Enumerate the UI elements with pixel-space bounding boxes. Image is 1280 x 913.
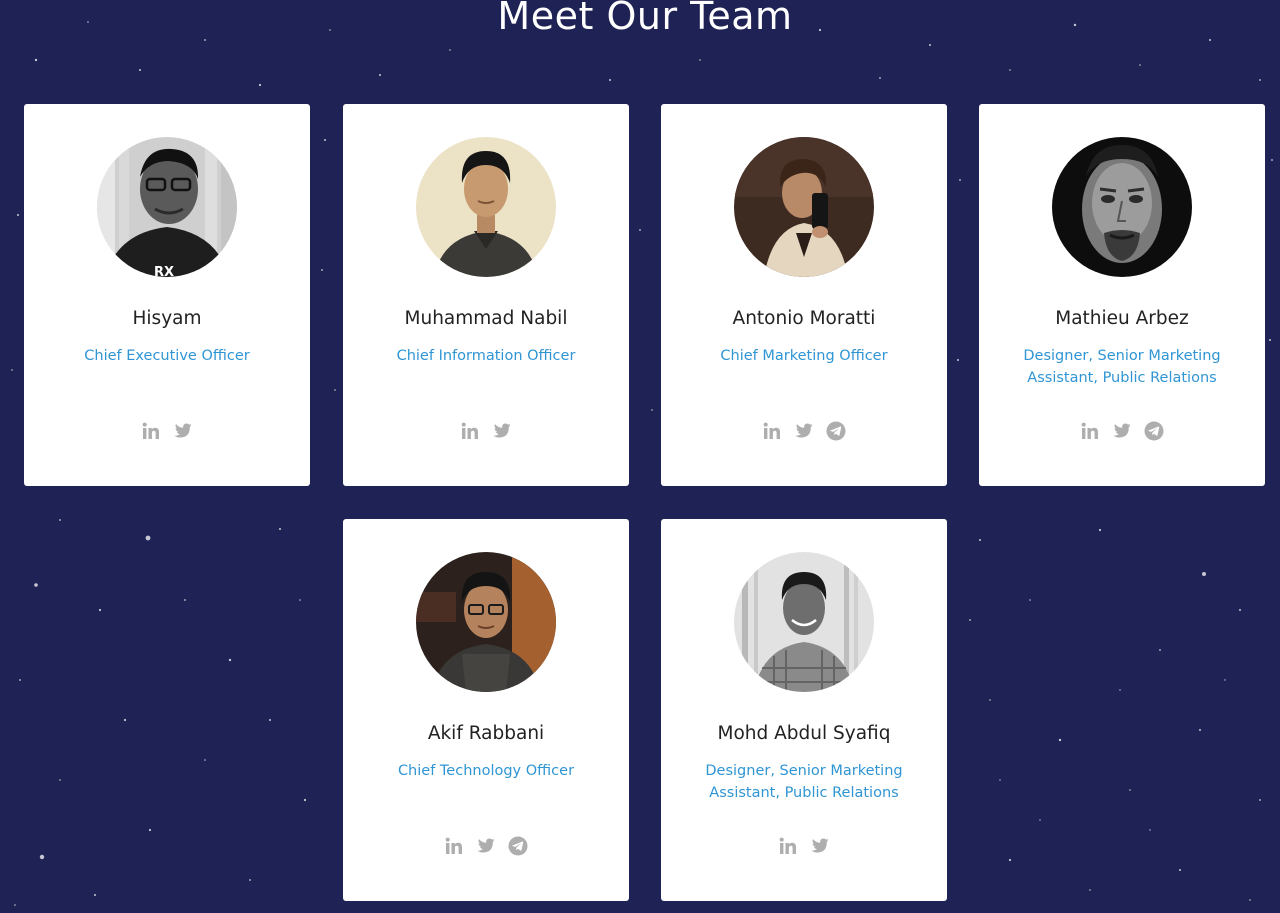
linkedin-icon[interactable]: [1080, 421, 1100, 441]
social-links: [343, 420, 629, 442]
social-links: [661, 835, 947, 857]
avatar: [416, 552, 556, 692]
member-role: Designer, Senior Marketing Assistant, Pu…: [705, 763, 903, 801]
svg-text:RX: RX: [154, 265, 174, 277]
team-card: Mathieu Arbez Designer, Senior Marketing…: [979, 104, 1265, 486]
page-title: Meet Our Team: [497, 0, 793, 38]
team-card: Muhammad Nabil Chief Information Officer: [343, 104, 629, 486]
telegram-icon[interactable]: [826, 421, 846, 441]
avatar: [416, 137, 556, 277]
member-name: Hisyam: [132, 308, 202, 329]
avatar: RX: [97, 137, 237, 277]
member-name: Akif Rabbani: [427, 723, 545, 744]
team-card: RX Hisyam Chief Executive Officer: [24, 104, 310, 486]
twitter-icon[interactable]: [492, 421, 512, 441]
avatar: [734, 552, 874, 692]
linkedin-icon[interactable]: [460, 421, 480, 441]
member-role: Chief Technology Officer: [397, 763, 575, 779]
twitter-icon[interactable]: [476, 836, 496, 856]
linkedin-icon[interactable]: [762, 421, 782, 441]
twitter-icon[interactable]: [1112, 421, 1132, 441]
member-role: Chief Marketing Officer: [720, 348, 888, 364]
social-links: [661, 420, 947, 442]
social-links: [979, 420, 1265, 442]
linkedin-icon[interactable]: [444, 836, 464, 856]
twitter-icon[interactable]: [794, 421, 814, 441]
linkedin-icon[interactable]: [141, 421, 161, 441]
twitter-icon[interactable]: [173, 421, 193, 441]
member-name: Mohd Abdul Syafiq: [717, 723, 891, 744]
team-card: Antonio Moratti Chief Marketing Officer: [661, 104, 947, 486]
member-role: Designer, Senior Marketing Assistant, Pu…: [1023, 348, 1221, 386]
linkedin-icon[interactable]: [778, 836, 798, 856]
team-card: Mohd Abdul Syafiq Designer, Senior Marke…: [661, 519, 947, 901]
team-card: Akif Rabbani Chief Technology Officer: [343, 519, 629, 901]
member-role: Chief Executive Officer: [84, 348, 250, 364]
avatar: [1052, 137, 1192, 277]
member-name: Antonio Moratti: [732, 308, 876, 329]
member-name: Muhammad Nabil: [404, 308, 568, 329]
telegram-icon[interactable]: [1144, 421, 1164, 441]
member-role: Chief Information Officer: [396, 348, 576, 364]
social-links: [24, 420, 310, 442]
social-links: [343, 835, 629, 857]
telegram-icon[interactable]: [508, 836, 528, 856]
twitter-icon[interactable]: [810, 836, 830, 856]
member-name: Mathieu Arbez: [1055, 308, 1189, 329]
avatar: [734, 137, 874, 277]
